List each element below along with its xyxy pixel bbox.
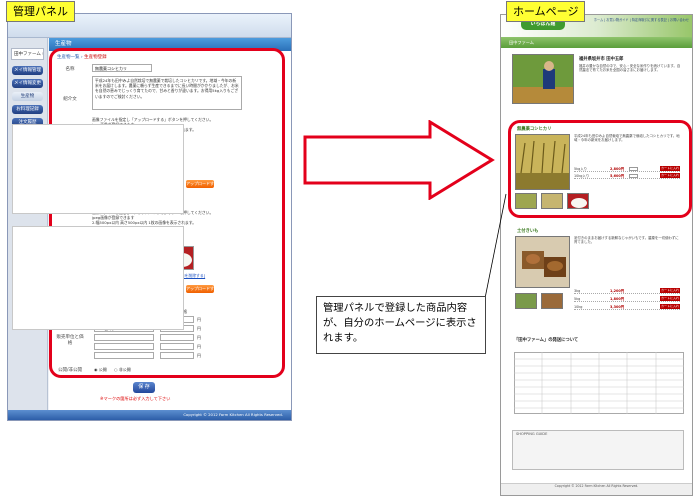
shopping-guide: SHOPPING GUIDE [512,430,684,470]
right-arrow-icon [303,120,495,200]
potato-thumb-2 [541,293,563,309]
nav-item-products[interactable]: 生産物 [12,92,43,101]
hp-top-nav[interactable]: ホーム | お買い物ガイド | 特定商取引に関する表記 | お問い合わせ [594,17,689,22]
schedule-title: 「田中ファーム」の発送について [514,338,579,343]
price2-row-3-unit: 10kg [574,305,583,309]
save-button[interactable]: 保 存 [133,382,155,393]
price2-row-1-price: 1,200円 [610,289,625,293]
cart2-button-3[interactable]: カートに入れる [660,304,680,313]
required-note: ※マークの箇所は必ず入力して下さい [100,396,171,401]
nav-item-recipes[interactable]: お料理記録 [12,105,43,114]
product2-text: 泥付きのままお届けする新鮮なじゃがいもです。農薬を一切使わずに育てました。 [574,236,679,245]
price2-row-2-price: 1,800円 [610,297,625,301]
farm-title: 福井県坂井市 田中五郎 [579,57,624,62]
product2-title[interactable]: 土付きいも [517,228,538,234]
admin-panel-label: 管理パネル [6,1,75,22]
cart2-button-1[interactable]: カートに入れる [660,288,680,297]
farm-text: 福井の豊かな自然の中で、安心・安全な米作りを続けています。自然農法で育てたお米を… [579,64,681,73]
price2-row-1-unit: 3kg [574,289,581,293]
potato-photo [515,236,570,288]
cart2-button-2[interactable]: カートに入れる [660,296,680,305]
price2-row-3-price: 3,300円 [610,305,625,309]
admin-footer: Copyright © 2012 Farm Kitchen All Rights… [8,410,291,420]
shopping-guide-title: SHOPPING GUIDE [516,432,548,436]
potato-thumb-1 [515,293,537,309]
homepage-product-highlight [508,120,692,218]
nav-item-info-edit[interactable]: メイ情報変更 [12,79,43,88]
nav-item-info-manage[interactable]: メイ情報管理 [12,66,43,75]
hp-farm-bar: 田中ファーム [501,37,692,48]
shipping-schedule-table [514,352,684,414]
farmer-photo [512,54,574,104]
homepage-label: ホームページ [506,1,586,22]
admin-sidebar: 田中ファーム 様 メイ情報管理 メイ情報変更 生産物 お料理記録 注文履歴 パス… [8,38,48,410]
account-name: 田中ファーム 様 [11,48,44,60]
product-card-rice [12,124,184,214]
callout-note: 管理パネルで登録した商品内容が、自分のホームページに表示されます。 [316,296,486,354]
hp-footer: Copyright © 2012 Farm Kitchen All Rights… [501,483,692,495]
price2-row-2-unit: 5kg [574,297,581,301]
product-card-potato [12,226,184,330]
